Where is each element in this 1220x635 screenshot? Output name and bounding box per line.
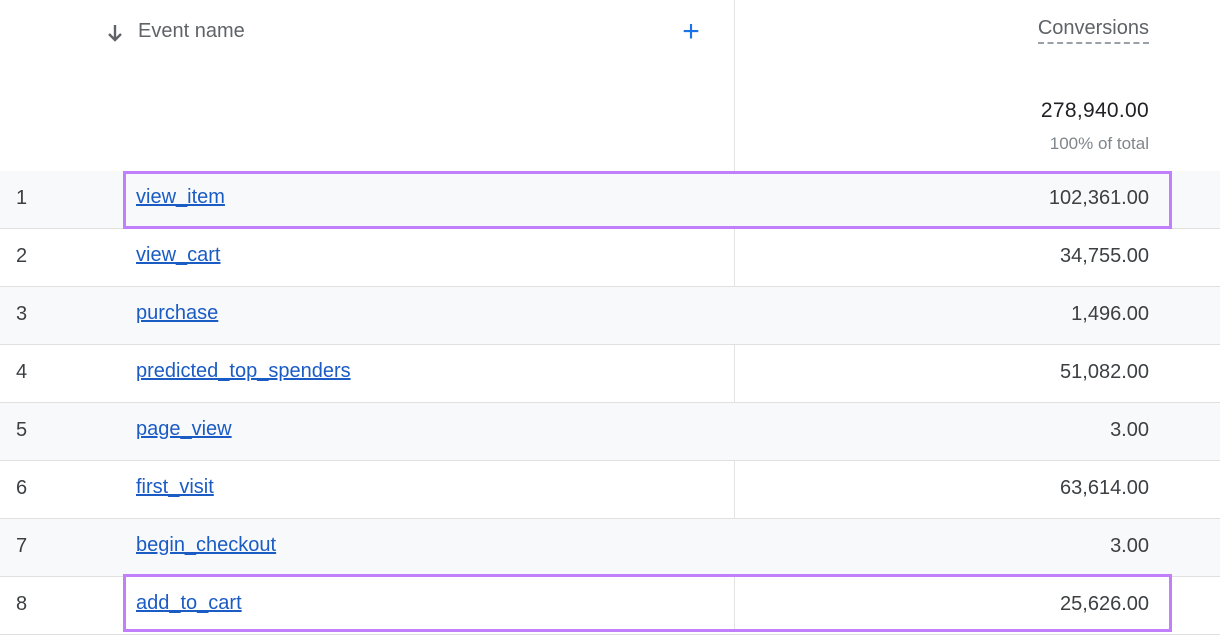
table-row: 6 first_visit 63,614.00 bbox=[0, 461, 1220, 519]
event-link[interactable]: view_cart bbox=[136, 244, 220, 267]
conversions-value: 3.00 bbox=[1110, 419, 1149, 441]
conversions-value: 34,755.00 bbox=[1060, 245, 1149, 267]
event-link[interactable]: page_view bbox=[136, 418, 232, 441]
row-index: 8 bbox=[16, 593, 28, 615]
conversions-value: 1,496.00 bbox=[1071, 303, 1149, 325]
add-dimension-button[interactable]: + bbox=[678, 17, 704, 47]
conversions-value: 51,082.00 bbox=[1060, 361, 1149, 383]
conversions-value: 3.00 bbox=[1110, 535, 1149, 557]
row-index: 7 bbox=[16, 535, 28, 557]
conversions-total: 278,940.00 bbox=[1040, 99, 1149, 122]
arrow-down-icon[interactable] bbox=[106, 22, 124, 44]
conversions-column-header[interactable]: Conversions bbox=[1037, 17, 1149, 44]
event-link[interactable]: purchase bbox=[136, 302, 218, 325]
event-link[interactable]: view_item bbox=[136, 186, 225, 209]
event-link[interactable]: first_visit bbox=[136, 476, 214, 499]
event-link[interactable]: begin_checkout bbox=[136, 534, 276, 557]
conversions-value: 102,361.00 bbox=[1048, 187, 1149, 209]
table-row: 8 add_to_cart 25,626.00 bbox=[0, 577, 1220, 635]
table-row: 7 begin_checkout 3.00 bbox=[0, 519, 1220, 577]
table-body: 1 view_item 102,361.00 2 view_cart 34,75… bbox=[0, 171, 1220, 635]
row-index: 2 bbox=[16, 245, 28, 267]
row-index: 3 bbox=[16, 303, 28, 325]
table-header: Event name + Conversions 278,940.00 100%… bbox=[0, 0, 1220, 172]
conversions-total-percent: 100% of total bbox=[1049, 134, 1149, 153]
row-index: 6 bbox=[16, 477, 28, 499]
table-row: 5 page_view 3.00 bbox=[0, 403, 1220, 461]
conversions-value: 25,626.00 bbox=[1060, 593, 1149, 615]
event-link[interactable]: add_to_cart bbox=[136, 592, 242, 615]
conversions-value: 63,614.00 bbox=[1060, 477, 1149, 499]
table-row: 1 view_item 102,361.00 bbox=[0, 171, 1220, 229]
row-index: 1 bbox=[16, 187, 28, 209]
event-link[interactable]: predicted_top_spenders bbox=[136, 360, 351, 383]
event-name-column-header[interactable]: Event name bbox=[138, 20, 245, 43]
table-row: 4 predicted_top_spenders 51,082.00 bbox=[0, 345, 1220, 403]
row-index: 4 bbox=[16, 361, 28, 383]
table-row: 3 purchase 1,496.00 bbox=[0, 287, 1220, 345]
row-index: 5 bbox=[16, 419, 28, 441]
table-row: 2 view_cart 34,755.00 bbox=[0, 229, 1220, 287]
